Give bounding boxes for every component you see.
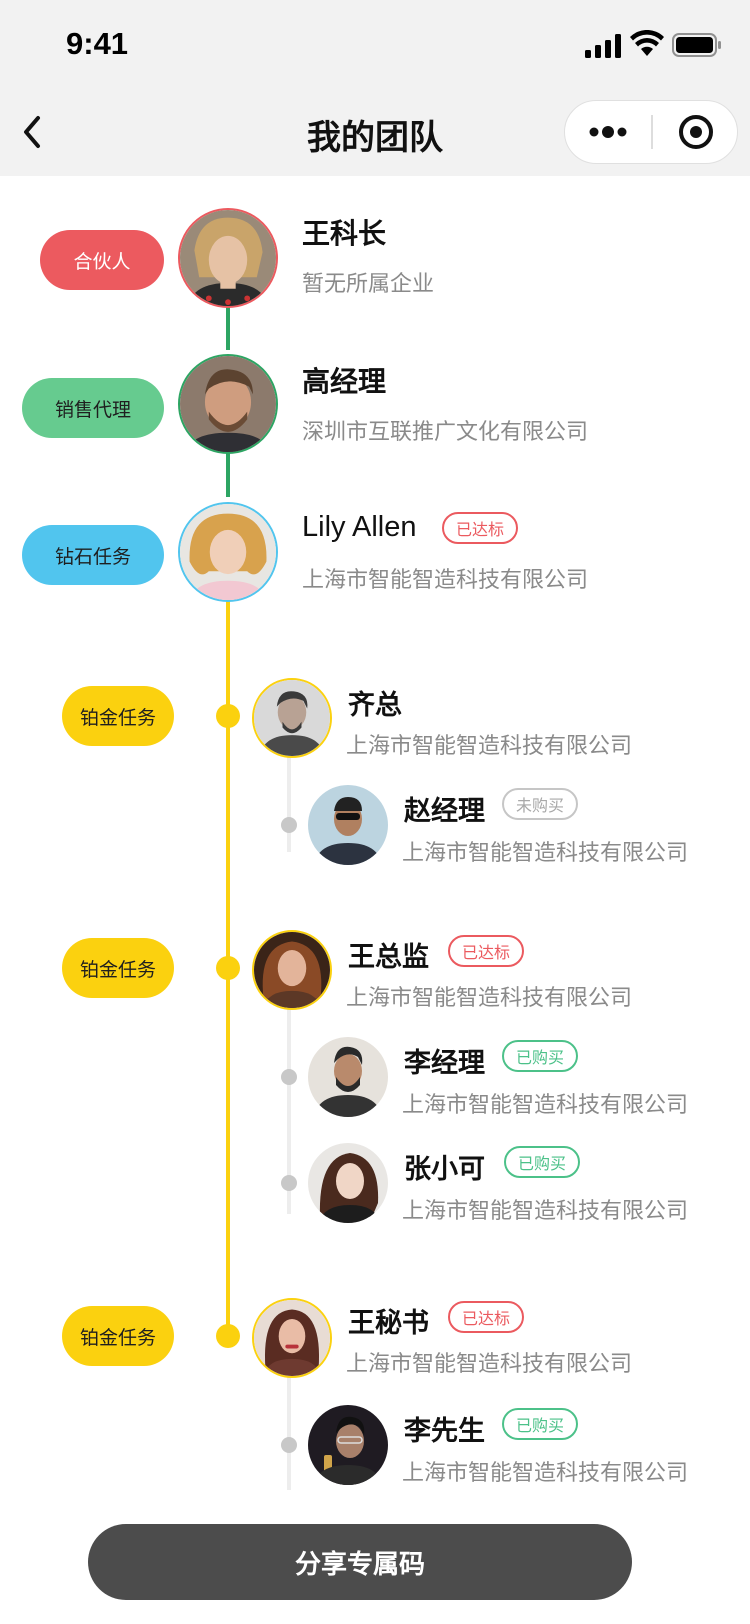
mini-program-capsule xyxy=(564,100,738,164)
sub-timeline-line xyxy=(287,1372,291,1490)
status-badge: 已购买 xyxy=(502,1040,578,1072)
member-name: Lily Allen xyxy=(302,511,417,543)
sub-timeline-line xyxy=(287,752,291,852)
avatar[interactable] xyxy=(308,1405,388,1485)
member-company: 暂无所属企业 xyxy=(302,272,435,297)
role-badge-platinum-task[interactable]: 铂金任务 xyxy=(62,1306,174,1366)
person-photo-icon xyxy=(254,1300,330,1376)
timeline-line-green xyxy=(226,302,230,350)
close-target-icon[interactable] xyxy=(653,101,739,163)
share-code-button[interactable]: 分享专属码 xyxy=(88,1524,632,1600)
member-company: 上海市智能智造科技有限公司 xyxy=(302,568,589,593)
sub-timeline-node xyxy=(281,817,297,833)
role-badge-platinum-task[interactable]: 铂金任务 xyxy=(62,686,174,746)
avatar[interactable] xyxy=(252,930,332,1010)
avatar[interactable] xyxy=(178,208,278,308)
person-photo-icon xyxy=(254,932,330,1008)
team-page: 9:41 我的团队 合伙人 王科长 暂无所属企业 销售代理 高经理 深圳市互联推… xyxy=(0,0,750,1624)
role-badge-sales-agent[interactable]: 销售代理 xyxy=(22,378,164,438)
member-name: 张小可 xyxy=(404,1154,485,1185)
person-photo-icon xyxy=(180,356,276,452)
avatar[interactable] xyxy=(308,785,388,865)
sub-timeline-node xyxy=(281,1069,297,1085)
member-company: 上海市智能智造科技有限公司 xyxy=(402,1199,689,1224)
member-name: 王科长 xyxy=(302,217,387,250)
top-bar: 9:41 我的团队 xyxy=(0,0,750,176)
member-name: 高经理 xyxy=(302,365,387,398)
role-badge-partner[interactable]: 合伙人 xyxy=(40,230,164,290)
cellular-signal-icon xyxy=(585,34,621,58)
person-photo-icon xyxy=(254,680,330,756)
more-dots-icon[interactable] xyxy=(565,101,651,163)
sub-timeline-node xyxy=(281,1437,297,1453)
member-name: 赵经理 xyxy=(404,796,485,827)
sub-timeline-node xyxy=(281,1175,297,1191)
timeline-node xyxy=(216,956,240,980)
person-photo-icon xyxy=(308,785,388,865)
status-badge: 已达标 xyxy=(448,935,524,967)
avatar[interactable] xyxy=(308,1037,388,1117)
status-badge: 已购买 xyxy=(504,1146,580,1178)
member-name: 王秘书 xyxy=(348,1308,429,1339)
person-photo-icon xyxy=(308,1143,388,1223)
status-badge: 未购买 xyxy=(502,788,578,820)
member-name: 李经理 xyxy=(404,1048,485,1079)
person-photo-icon xyxy=(308,1405,388,1485)
status-badge: 已达标 xyxy=(442,512,518,544)
status-time: 9:41 xyxy=(66,26,129,61)
person-photo-icon xyxy=(180,210,276,306)
avatar[interactable] xyxy=(178,502,278,602)
member-company: 上海市智能智造科技有限公司 xyxy=(346,986,633,1011)
avatar[interactable] xyxy=(308,1143,388,1223)
member-name: 王总监 xyxy=(348,942,429,973)
member-company: 上海市智能智造科技有限公司 xyxy=(402,1093,689,1118)
member-company: 上海市智能智造科技有限公司 xyxy=(402,841,689,866)
role-badge-platinum-task[interactable]: 铂金任务 xyxy=(62,938,174,998)
member-company: 上海市智能智造科技有限公司 xyxy=(346,1352,633,1377)
person-photo-icon xyxy=(308,1037,388,1117)
timeline-line-green xyxy=(226,447,230,497)
battery-icon xyxy=(672,33,721,57)
member-company: 上海市智能智造科技有限公司 xyxy=(346,734,633,759)
status-badge: 已购买 xyxy=(502,1408,578,1440)
avatar[interactable] xyxy=(178,354,278,454)
member-name: 李先生 xyxy=(404,1416,485,1447)
member-name: 齐总 xyxy=(348,690,402,721)
member-company: 深圳市互联推广文化有限公司 xyxy=(302,420,589,445)
wifi-icon xyxy=(630,30,664,56)
timeline-node xyxy=(216,1324,240,1348)
avatar[interactable] xyxy=(252,1298,332,1378)
timeline-node xyxy=(216,704,240,728)
status-badge: 已达标 xyxy=(448,1301,524,1333)
person-photo-icon xyxy=(180,504,276,600)
member-company: 上海市智能智造科技有限公司 xyxy=(402,1461,689,1486)
avatar[interactable] xyxy=(252,678,332,758)
role-badge-diamond-task[interactable]: 钻石任务 xyxy=(22,525,164,585)
